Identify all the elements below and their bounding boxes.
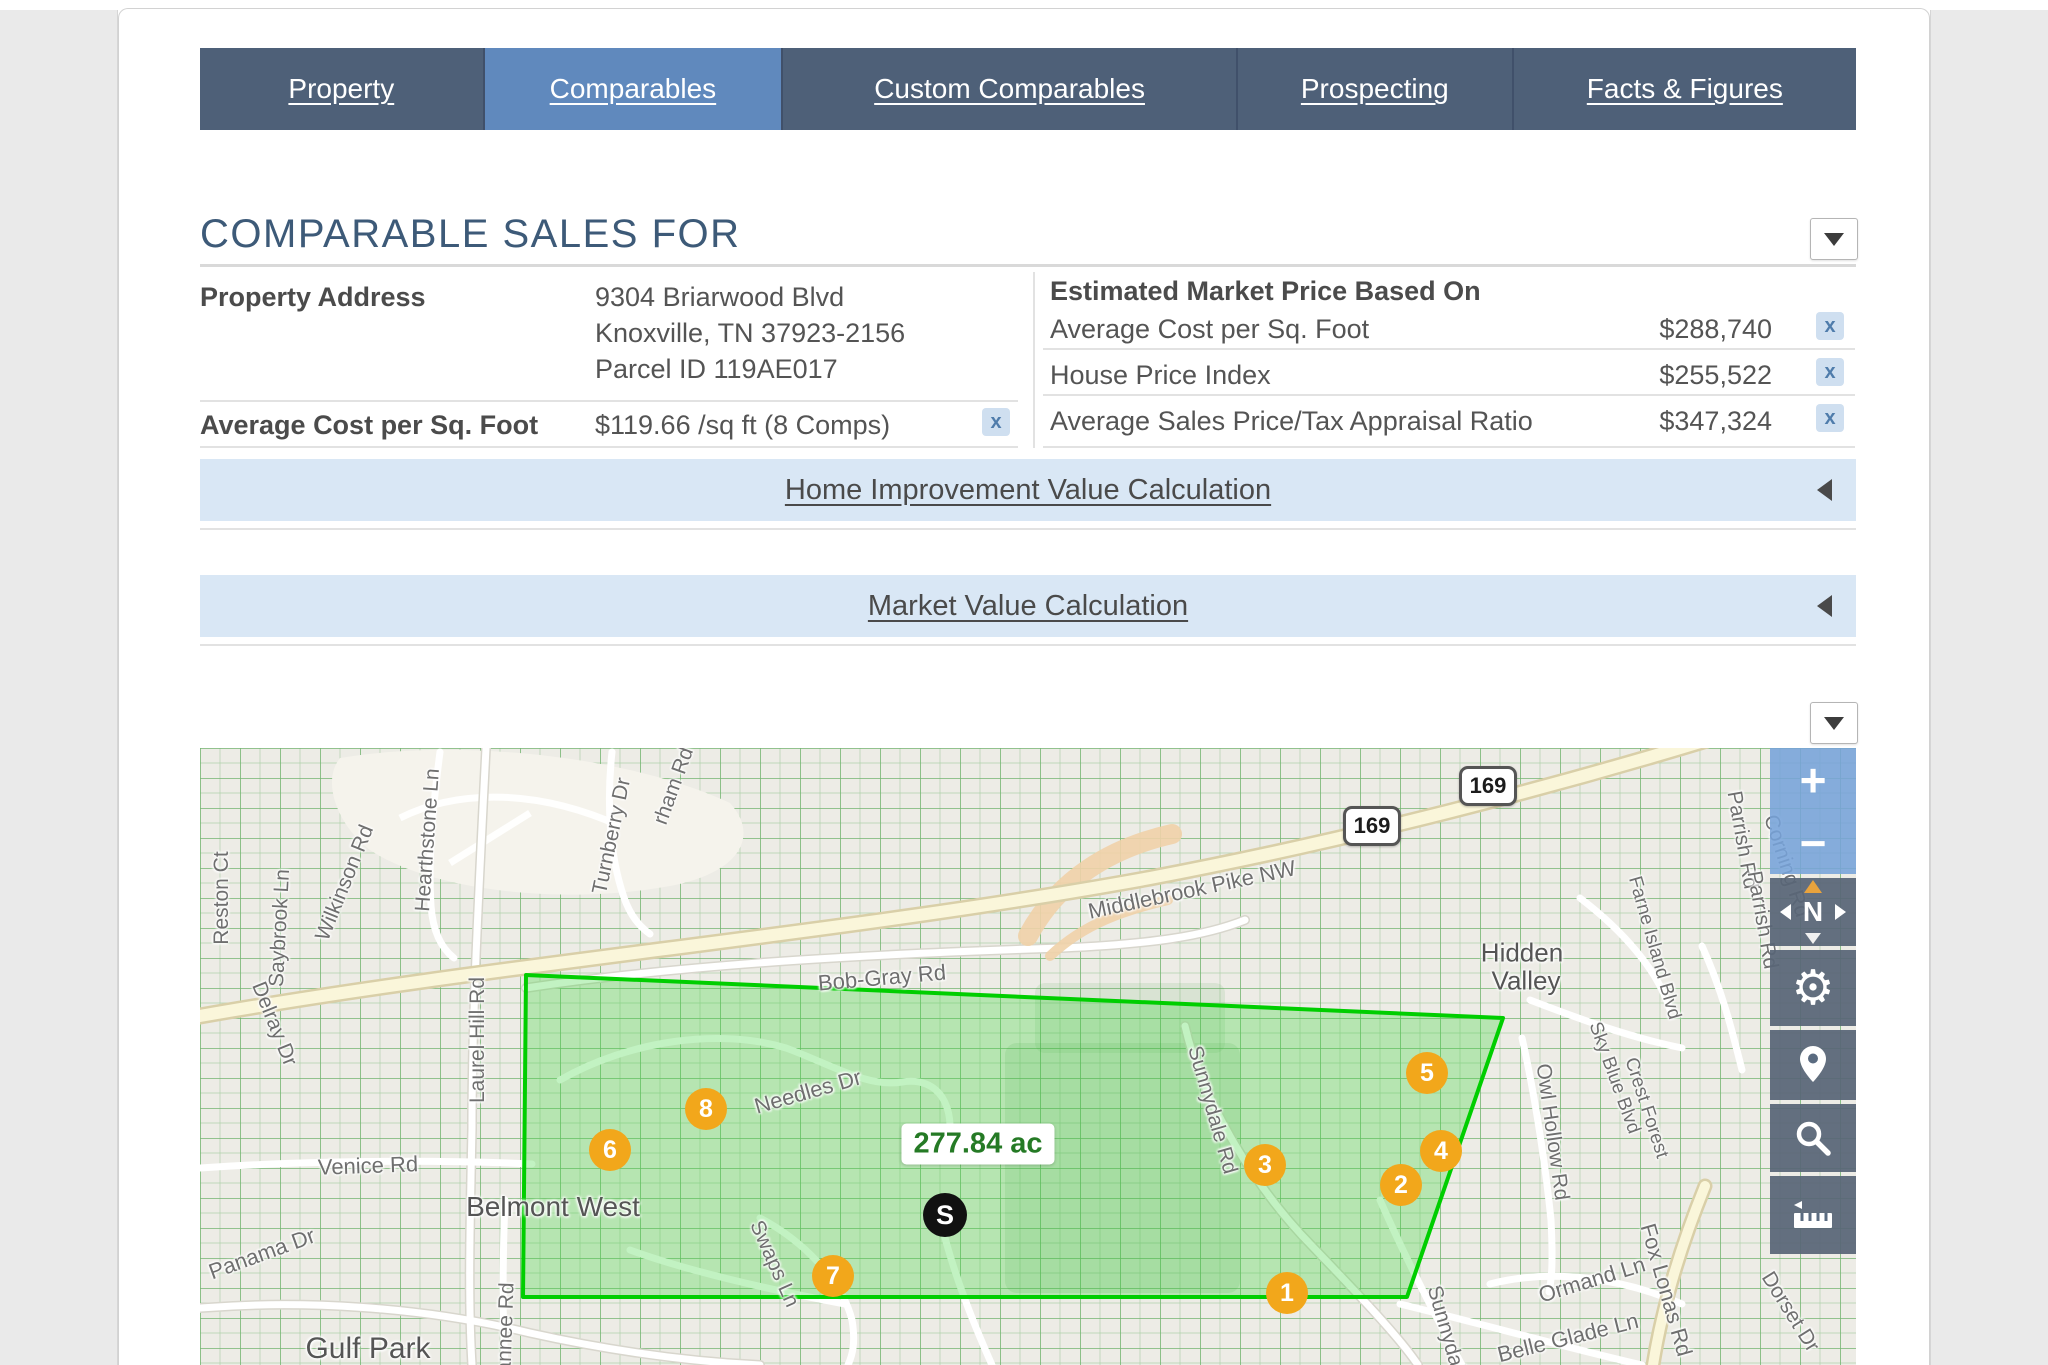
property-address-label: Property Address <box>200 282 426 313</box>
comp-marker-8[interactable]: 8 <box>685 1088 727 1130</box>
zoom-out-button[interactable]: − <box>1800 820 1827 866</box>
avg-cost-value: $119.66 /sq ft (8 Comps) <box>595 410 890 441</box>
estimate-row-value: $255,522 <box>1572 360 1772 391</box>
comp-marker-3[interactable]: 3 <box>1244 1144 1286 1186</box>
comp-marker-7[interactable]: 7 <box>812 1255 854 1297</box>
estimates-heading: Estimated Market Price Based On <box>1050 276 1481 307</box>
tab-custom-comparables[interactable]: Custom Comparables <box>783 48 1238 130</box>
estimate-row-value: $347,324 <box>1572 406 1772 437</box>
page-margin-right <box>1930 10 2048 1365</box>
comp-marker-5[interactable]: 5 <box>1406 1052 1448 1094</box>
estimate-row-label: House Price Index <box>1050 360 1271 391</box>
tab-custom-comparables-label: Custom Comparables <box>874 73 1145 105</box>
map[interactable]: Reston CtSaybrook LnWilkinson RdHearthst… <box>200 748 1856 1365</box>
search-icon <box>1794 1119 1832 1157</box>
chevron-left-icon <box>1817 479 1832 501</box>
pan-right-icon[interactable] <box>1835 904 1846 920</box>
divider <box>1043 446 1855 448</box>
zoom-control: + − <box>1770 748 1856 874</box>
avg-cost-label: Average Cost per Sq. Foot <box>200 410 538 441</box>
compass-icon: N <box>1778 884 1848 940</box>
tab-property[interactable]: Property <box>200 48 485 130</box>
collapse-header-button[interactable] <box>1810 218 1858 260</box>
north-arrow-icon[interactable] <box>1804 880 1822 893</box>
collapse-map-button[interactable] <box>1810 702 1858 744</box>
divider <box>200 446 1018 448</box>
remove-estimate-button[interactable]: x <box>1816 312 1844 340</box>
comp-marker-4[interactable]: 4 <box>1420 1130 1462 1172</box>
tab-facts-figures[interactable]: Facts & Figures <box>1514 48 1856 130</box>
pan-left-icon[interactable] <box>1780 904 1791 920</box>
tab-property-label: Property <box>288 73 394 105</box>
page: Property Comparables Custom Comparables … <box>0 0 2048 1365</box>
property-address-line3: Parcel ID 119AE017 <box>595 354 838 385</box>
comp-marker-1[interactable]: 1 <box>1266 1272 1308 1314</box>
location-pin-icon <box>1798 1046 1828 1084</box>
market-value-section-label: Market Value Calculation <box>868 590 1188 623</box>
chevron-left-icon <box>1817 595 1832 617</box>
tab-facts-figures-label: Facts & Figures <box>1587 73 1783 105</box>
remove-avg-cost-button[interactable]: x <box>982 408 1010 436</box>
comp-marker-6[interactable]: 6 <box>589 1129 631 1171</box>
chevron-down-icon <box>1824 717 1844 730</box>
home-improvement-section-label: Home Improvement Value Calculation <box>785 474 1271 507</box>
map-search-button[interactable] <box>1770 1104 1856 1172</box>
estimate-row-label: Average Cost per Sq. Foot <box>1050 314 1369 345</box>
home-improvement-section-header[interactable]: Home Improvement Value Calculation <box>200 459 1856 521</box>
ruler-icon <box>1790 1195 1836 1235</box>
zoom-in-button[interactable]: + <box>1800 757 1827 803</box>
divider <box>200 528 1856 530</box>
remove-estimate-button[interactable]: x <box>1816 358 1844 386</box>
tab-bar: Property Comparables Custom Comparables … <box>200 48 1856 130</box>
market-value-section-header[interactable]: Market Value Calculation <box>200 575 1856 637</box>
map-settings-button[interactable]: ⚙ <box>1770 950 1856 1026</box>
property-address-line1: 9304 Briarwood Blvd <box>595 282 844 313</box>
compass-control[interactable]: N <box>1770 878 1856 946</box>
compass-north-label: N <box>1803 896 1823 928</box>
comp-marker-2[interactable]: 2 <box>1380 1164 1422 1206</box>
divider <box>200 644 1856 646</box>
tab-prospecting[interactable]: Prospecting <box>1238 48 1514 130</box>
map-location-button[interactable] <box>1770 1030 1856 1100</box>
map-measure-button[interactable] <box>1770 1176 1856 1254</box>
tab-prospecting-label: Prospecting <box>1301 73 1449 105</box>
divider <box>1033 272 1035 448</box>
subject-marker[interactable]: S <box>923 1193 967 1237</box>
map-marker-layer: 1 2 3 4 5 6 7 8 S <box>200 748 1856 1365</box>
tab-comparables-label: Comparables <box>550 73 717 105</box>
estimate-row-label: Average Sales Price/Tax Appraisal Ratio <box>1050 406 1533 437</box>
divider <box>200 264 1856 267</box>
property-address-line2: Knoxville, TN 37923-2156 <box>595 318 905 349</box>
page-margin-left <box>0 10 118 1365</box>
gear-icon: ⚙ <box>1791 964 1834 1012</box>
remove-estimate-button[interactable]: x <box>1816 404 1844 432</box>
divider <box>1043 348 1855 350</box>
pan-down-icon[interactable] <box>1805 933 1821 944</box>
chevron-down-icon <box>1824 233 1844 246</box>
page-title: COMPARABLE SALES FOR <box>200 212 741 257</box>
tab-comparables[interactable]: Comparables <box>485 48 784 130</box>
estimate-row-value: $288,740 <box>1572 314 1772 345</box>
divider <box>1043 394 1855 396</box>
divider <box>200 400 1018 402</box>
